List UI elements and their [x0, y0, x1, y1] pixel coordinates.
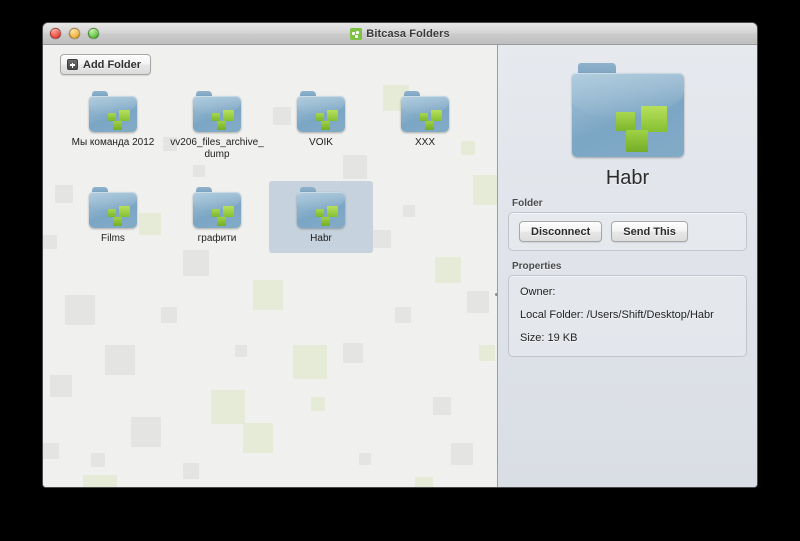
folder-green-square-1: [615, 112, 635, 132]
folder-green-square-2: [119, 109, 130, 121]
folder-green-square-2: [119, 205, 130, 217]
folder-green-square-1: [420, 112, 428, 121]
folder-body: [401, 95, 449, 132]
title-bar: Bitcasa Folders: [43, 23, 757, 45]
folder-body: [89, 95, 137, 132]
detail-pane: Habr Folder Disconnect Send This Propert…: [498, 45, 757, 487]
folder-icon: [89, 91, 137, 132]
folder-green-square-1: [316, 112, 324, 121]
folder-icon: [297, 187, 345, 228]
folder-body: [89, 191, 137, 228]
folder-item[interactable]: XXX: [373, 85, 477, 169]
folder-item[interactable]: графити: [165, 181, 269, 253]
folder-green-square-2: [223, 109, 234, 121]
window-controls: [50, 23, 99, 44]
send-this-button[interactable]: Send This: [611, 221, 688, 242]
folder-green-square-1: [212, 208, 220, 217]
add-folder-button[interactable]: Add Folder: [60, 54, 152, 75]
zoom-button[interactable]: [88, 28, 99, 39]
folder-green-square-3: [625, 130, 648, 153]
folder-item[interactable]: Habr: [269, 181, 373, 253]
folder-green-square-2: [640, 106, 667, 133]
folder-icon: [193, 91, 241, 132]
property-row: Size: 19 KB: [520, 332, 578, 344]
folder-body: [193, 95, 241, 132]
folder-item[interactable]: Films: [61, 181, 165, 253]
detail-title: Habr: [605, 167, 650, 189]
folder-green-square-1: [212, 112, 220, 121]
properties-group: Owner: Local Folder: /Users/Shift/Desktop…: [508, 275, 747, 357]
folder-actions-group: Disconnect Send This: [508, 212, 747, 251]
folder-green-square-3: [113, 216, 122, 226]
detail-icon-wrapper: [508, 63, 747, 157]
folder-body: [297, 191, 345, 228]
folder-item-label: графити: [197, 233, 237, 244]
folder-item-label: XXX: [414, 137, 435, 148]
folder-green-square-1: [108, 112, 116, 121]
folder-icon: [193, 187, 241, 228]
folder-green-square-2: [431, 109, 442, 121]
folder-green-square-3: [425, 120, 434, 130]
folder-section-label: Folder: [512, 198, 543, 209]
folder-body: [193, 191, 241, 228]
folder-green-square-3: [113, 120, 122, 130]
folder-item-label: Мы команда 2012: [71, 137, 155, 148]
folder-item-label: VOIK: [309, 137, 333, 148]
window-title-text: Bitcasa Folders: [366, 27, 450, 40]
folder-item[interactable]: vv206_files_archive_dump: [165, 85, 269, 169]
folder-item-label: vv206_files_archive_dump: [170, 137, 264, 160]
folder-grid: Мы команда 2012 vv206_files_archive_dump V…: [43, 83, 497, 265]
app-window: Bitcasa Folders Add Folder Мы команда 20…: [42, 22, 758, 488]
folder-green-square-1: [316, 208, 324, 217]
add-folder-label: Add Folder: [83, 58, 142, 71]
folder-icon: [401, 91, 449, 132]
bitcasa-logo-icon: [350, 27, 363, 40]
folder-green-square-2: [327, 109, 338, 121]
folder-item[interactable]: VOIK: [269, 85, 373, 169]
folder-green-square-3: [217, 120, 226, 130]
folder-item-label: Habr: [310, 233, 332, 244]
folder-green-square-3: [321, 120, 330, 130]
toolbar: Add Folder: [43, 45, 497, 83]
disconnect-button[interactable]: Disconnect: [519, 221, 603, 242]
property-row: Owner:: [520, 286, 556, 298]
window-body: Add Folder Мы команда 2012 vv206_files_ar…: [43, 45, 757, 487]
window-title: Bitcasa Folders: [350, 27, 450, 40]
folders-pane: Add Folder Мы команда 2012 vv206_files_ar…: [43, 45, 498, 487]
close-button[interactable]: [50, 28, 61, 39]
folder-item[interactable]: Мы команда 2012: [61, 85, 165, 169]
folder-icon: [571, 63, 684, 157]
folder-body: [571, 73, 684, 157]
properties-section-label: Properties: [512, 261, 562, 272]
folder-green-square-3: [321, 216, 330, 226]
folder-icon: [297, 91, 345, 132]
folder-green-square-2: [327, 205, 338, 217]
minimize-button[interactable]: [69, 28, 80, 39]
folder-green-square-2: [223, 205, 234, 217]
property-row: Local Folder: /Users/Shift/Desktop/Habr: [520, 309, 714, 321]
folder-green-square-1: [108, 208, 116, 217]
folder-icon: [89, 187, 137, 228]
folder-item-label: Films: [101, 233, 125, 244]
folder-body: [297, 95, 345, 132]
add-square-icon: [67, 59, 78, 70]
folder-green-square-3: [217, 216, 226, 226]
